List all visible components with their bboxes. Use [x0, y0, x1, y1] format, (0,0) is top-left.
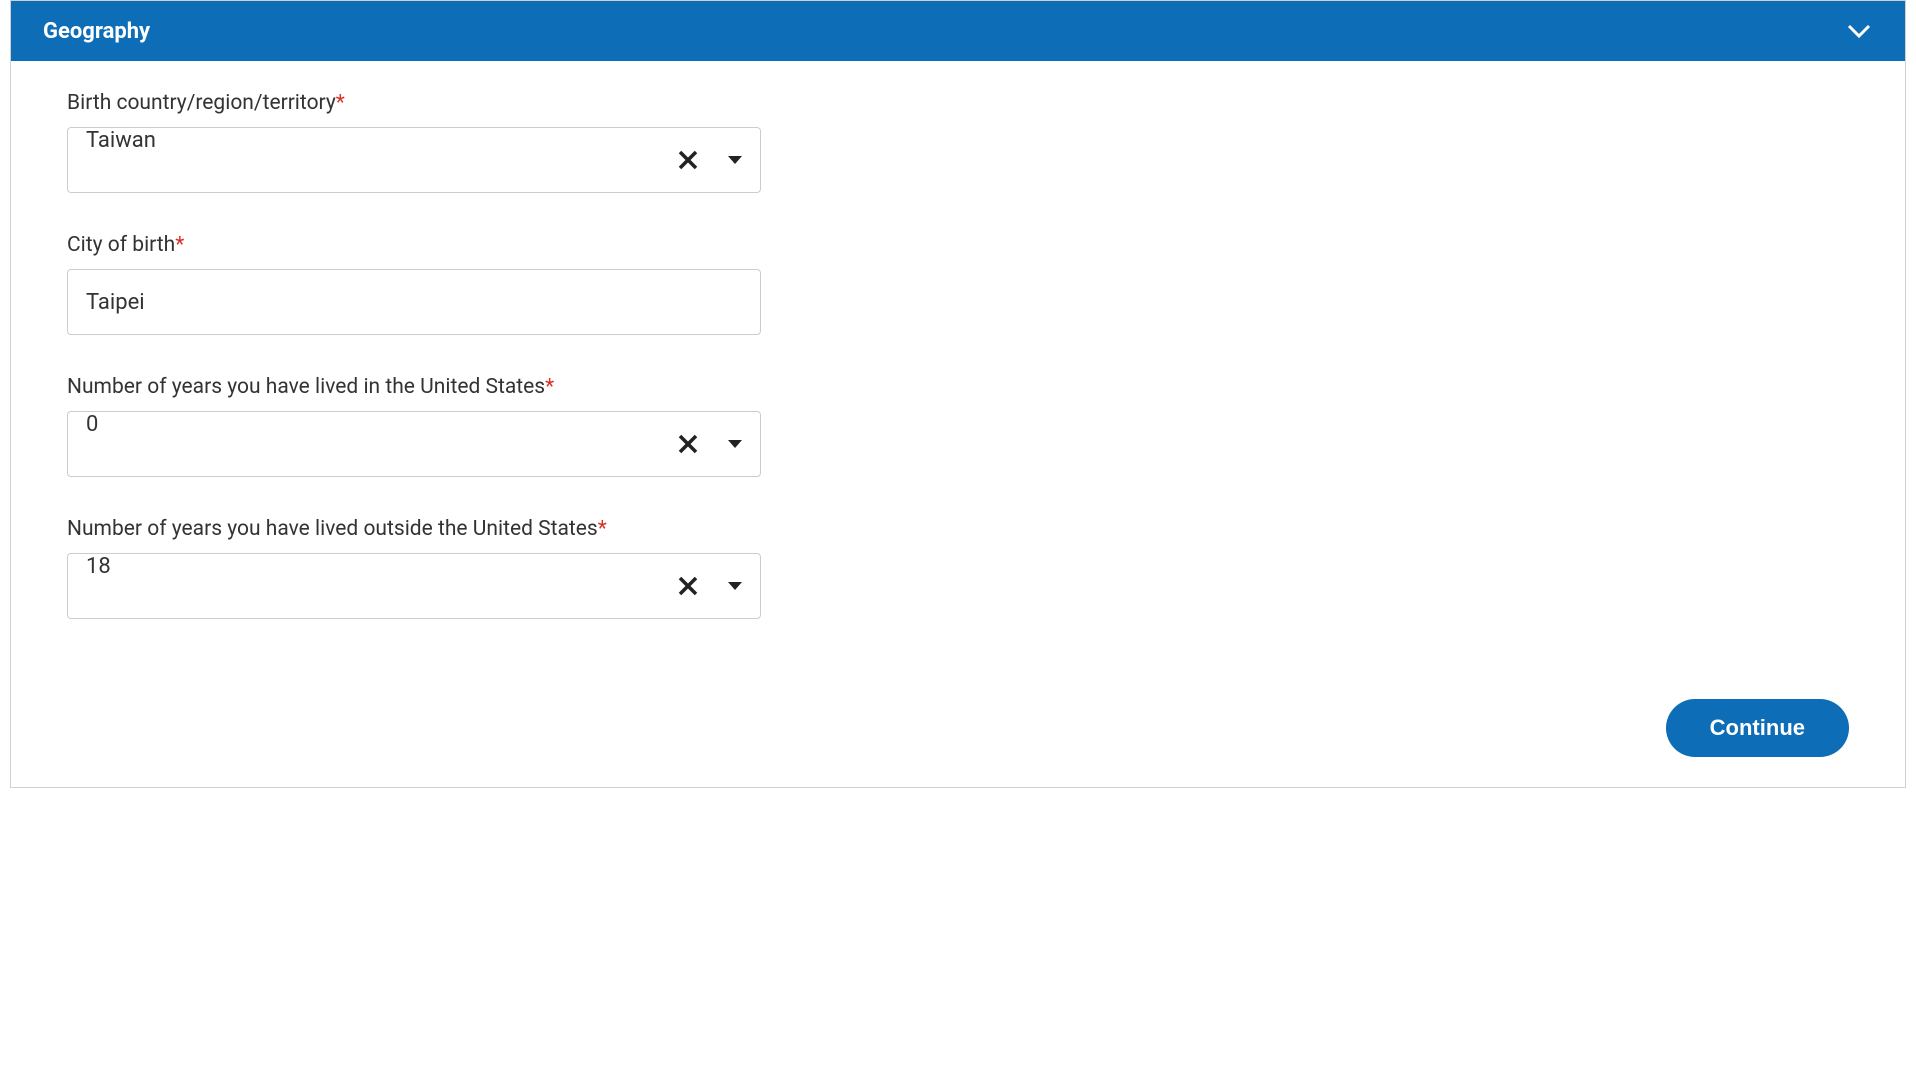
form-footer: Continue: [11, 699, 1905, 787]
city-of-birth-label: City of birth*: [67, 233, 1849, 257]
birth-country-value: Taiwan: [68, 128, 666, 192]
label-text: Number of years you have lived in the Un…: [67, 375, 545, 399]
years-in-us-value: 0: [68, 412, 666, 476]
birth-country-select[interactable]: Taiwan: [67, 127, 761, 193]
label-text: Number of years you have lived outside t…: [67, 517, 598, 541]
years-in-us-group: Number of years you have lived in the Un…: [67, 375, 1849, 477]
continue-button[interactable]: Continue: [1666, 699, 1849, 757]
years-in-us-label: Number of years you have lived in the Un…: [67, 375, 1849, 399]
required-asterisk: *: [545, 375, 554, 399]
city-of-birth-input[interactable]: [67, 269, 761, 335]
caret-down-icon[interactable]: [710, 138, 760, 182]
years-outside-us-select[interactable]: 18: [67, 553, 761, 619]
birth-country-label: Birth country/region/territory*: [67, 91, 1849, 115]
years-in-us-select[interactable]: 0: [67, 411, 761, 477]
label-text: Birth country/region/territory: [67, 91, 336, 115]
chevron-down-icon[interactable]: [1845, 17, 1873, 45]
years-outside-us-label: Number of years you have lived outside t…: [67, 517, 1849, 541]
city-of-birth-group: City of birth*: [67, 233, 1849, 335]
caret-down-icon[interactable]: [710, 422, 760, 466]
clear-icon[interactable]: [666, 564, 710, 608]
years-outside-us-group: Number of years you have lived outside t…: [67, 517, 1849, 619]
birth-country-group: Birth country/region/territory* Taiwan: [67, 91, 1849, 193]
clear-icon[interactable]: [666, 138, 710, 182]
geography-section: Geography Birth country/region/territory…: [10, 0, 1906, 788]
required-asterisk: *: [175, 233, 184, 257]
form-body: Birth country/region/territory* Taiwan C…: [11, 61, 1905, 699]
section-header[interactable]: Geography: [11, 1, 1905, 61]
caret-down-icon[interactable]: [710, 564, 760, 608]
required-asterisk: *: [598, 517, 607, 541]
clear-icon[interactable]: [666, 422, 710, 466]
years-outside-us-value: 18: [68, 554, 666, 618]
section-title: Geography: [43, 19, 150, 44]
required-asterisk: *: [336, 91, 345, 115]
label-text: City of birth: [67, 233, 175, 257]
